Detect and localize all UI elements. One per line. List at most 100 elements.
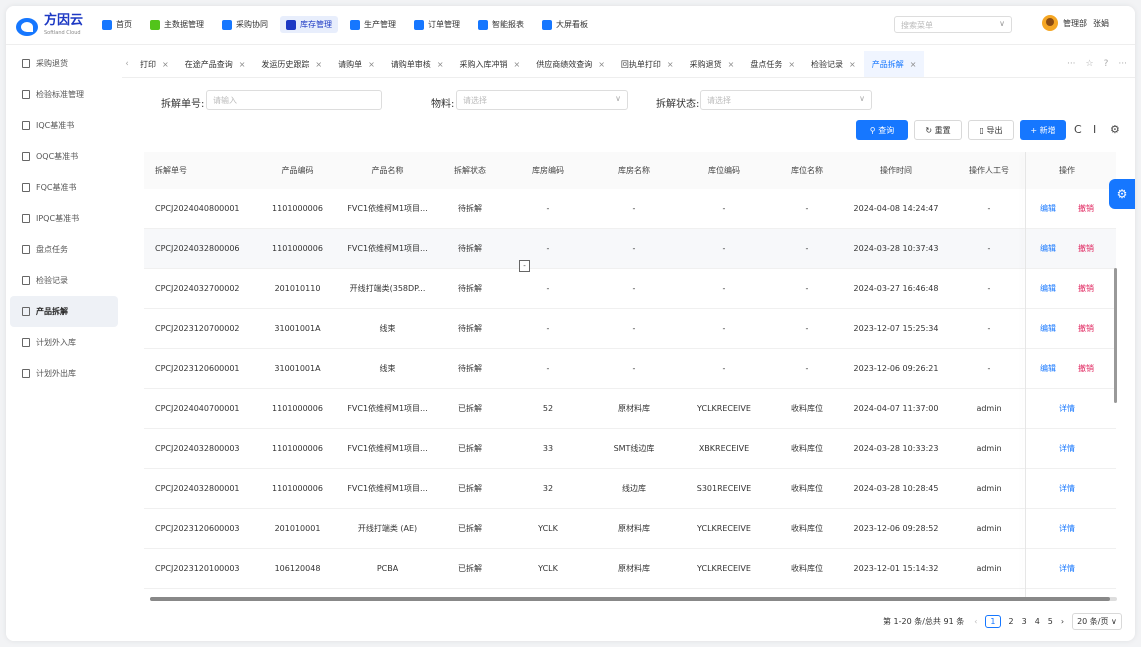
next-page-icon[interactable]: › bbox=[1061, 617, 1064, 626]
table-row[interactable]: CPCJ2024032800001 1101000006 FVC1依维柯M1项目..… bbox=[144, 469, 1116, 509]
detail-button[interactable]: 详情 bbox=[1059, 403, 1075, 414]
nav-item-5[interactable]: 订单管理 bbox=[408, 16, 466, 33]
nav-item-4[interactable]: 生产管理 bbox=[344, 16, 402, 33]
page-4[interactable]: 4 bbox=[1035, 617, 1040, 626]
settings-icon[interactable]: ⚙ bbox=[1110, 123, 1120, 136]
edit-button[interactable]: 编辑 bbox=[1040, 323, 1056, 334]
close-icon[interactable]: × bbox=[788, 60, 795, 69]
material-select[interactable]: 请选择 ∨ bbox=[456, 90, 628, 110]
cell-name: 线束 bbox=[379, 364, 396, 373]
undo-button[interactable]: 撤销 bbox=[1078, 323, 1094, 334]
edit-button[interactable]: 编辑 bbox=[1040, 243, 1056, 254]
floating-settings-icon[interactable]: ⚙ bbox=[1109, 179, 1135, 209]
table-row[interactable]: CPCJ2023120600003 201010001 开线打端类 (AE) 已拆解 Y… bbox=[144, 509, 1116, 549]
undo-button[interactable]: 撤销 bbox=[1078, 203, 1094, 214]
close-icon[interactable]: × bbox=[667, 60, 674, 69]
edit-button[interactable]: 编辑 bbox=[1040, 363, 1056, 374]
close-icon[interactable]: × bbox=[849, 60, 856, 69]
more-icon[interactable]: ··· bbox=[1118, 59, 1127, 69]
brand-logo[interactable]: 方因云 Softland Cloud bbox=[16, 14, 83, 39]
undo-button[interactable]: 撤销 bbox=[1078, 363, 1094, 374]
sidebar-item-2[interactable]: IQC基准书 bbox=[10, 110, 118, 141]
tab-5[interactable]: 采购入库冲销 × bbox=[452, 51, 529, 77]
help-icon[interactable]: ? bbox=[1104, 59, 1109, 69]
tab-0[interactable]: 打印 × bbox=[132, 51, 177, 77]
close-icon[interactable]: × bbox=[598, 60, 605, 69]
sidebar-item-5[interactable]: IPQC基准书 bbox=[10, 203, 118, 234]
star-icon[interactable]: ☆ bbox=[1086, 59, 1094, 69]
avatar[interactable] bbox=[1042, 15, 1058, 31]
sidebar-item-0[interactable]: 采购退货 bbox=[10, 48, 118, 79]
page-5[interactable]: 5 bbox=[1048, 617, 1053, 626]
refresh-icon[interactable]: C bbox=[1074, 123, 1082, 136]
sidebar-item-6[interactable]: 盘点任务 bbox=[10, 234, 118, 265]
close-icon[interactable]: × bbox=[162, 60, 169, 69]
table-row[interactable]: CPCJ2024032800003 1101000006 FVC1依维柯M1项目..… bbox=[144, 429, 1116, 469]
query-button[interactable]: ⚲ 查询 bbox=[856, 120, 908, 140]
detail-button[interactable]: 详情 bbox=[1059, 563, 1075, 574]
more-icon[interactable]: ··· bbox=[1067, 59, 1076, 69]
status-select[interactable]: 请选择 ∨ bbox=[700, 90, 872, 110]
table-row[interactable]: CPCJ2024032700002 201010110 开线打端类(358DP...… bbox=[144, 269, 1116, 309]
page-2[interactable]: 2 bbox=[1009, 617, 1014, 626]
tab-9[interactable]: 盘点任务 × bbox=[742, 51, 803, 77]
tab-3[interactable]: 请购单 × bbox=[330, 51, 383, 77]
prev-page-icon[interactable]: ‹ bbox=[974, 617, 977, 626]
page-3[interactable]: 3 bbox=[1022, 617, 1027, 626]
user-info[interactable]: 管理部 张娟 bbox=[1042, 15, 1115, 31]
tab-4[interactable]: 请购单审核 × bbox=[383, 51, 452, 77]
horizontal-scroll-thumb[interactable] bbox=[150, 597, 1110, 601]
close-icon[interactable]: × bbox=[437, 60, 444, 69]
page-size-select[interactable]: 20 条/页 ∨ bbox=[1072, 613, 1122, 630]
tab-11[interactable]: 产品拆解 × bbox=[863, 51, 925, 77]
menu-search-input[interactable]: 搜索菜单 ∨ bbox=[894, 16, 1012, 33]
close-icon[interactable]: × bbox=[514, 60, 521, 69]
page-1[interactable]: 1 bbox=[985, 615, 1001, 628]
sidebar-item-10[interactable]: 计划外出库 bbox=[10, 358, 118, 389]
tab-8[interactable]: 采购退货 × bbox=[682, 51, 743, 77]
table-row[interactable]: CPCJ2023120600001 31001001A 线束 待拆解 - - - - 2023-… bbox=[144, 349, 1116, 389]
table-row[interactable]: CPCJ2023120100003 106120048 PCBA 已拆解 YCLK 原材料… bbox=[144, 549, 1116, 589]
sidebar-item-3[interactable]: OQC基准书 bbox=[10, 141, 118, 172]
nav-item-2[interactable]: 采购协同 bbox=[216, 16, 274, 33]
nav-item-6[interactable]: 智能报表 bbox=[472, 16, 530, 33]
close-icon[interactable]: × bbox=[728, 60, 735, 69]
detail-button[interactable]: 详情 bbox=[1059, 483, 1075, 494]
tab-7[interactable]: 回执单打印 × bbox=[613, 51, 682, 77]
table-row[interactable]: CPCJ2024040700001 1101000006 FVC1依维柯M1项目..… bbox=[144, 389, 1116, 429]
vertical-scrollbar[interactable] bbox=[1114, 268, 1117, 403]
close-icon[interactable]: × bbox=[239, 60, 246, 69]
undo-button[interactable]: 撤销 bbox=[1078, 243, 1094, 254]
sidebar-item-4[interactable]: FQC基准书 bbox=[10, 172, 118, 203]
order-no-input[interactable]: 请输入 bbox=[206, 90, 382, 110]
table-row[interactable]: CPCJ2024032800006 1101000006 FVC1依维柯M1项目..… bbox=[144, 229, 1116, 269]
close-icon[interactable]: × bbox=[910, 60, 917, 69]
add-button[interactable]: + 新增 bbox=[1020, 120, 1066, 140]
sidebar-item-9[interactable]: 计划外入库 bbox=[10, 327, 118, 358]
edit-button[interactable]: 编辑 bbox=[1040, 203, 1056, 214]
table-row[interactable]: CPCJ2023120700002 31001001A 线束 待拆解 - - - - 2023-… bbox=[144, 309, 1116, 349]
close-icon[interactable]: × bbox=[368, 60, 375, 69]
close-icon[interactable]: × bbox=[315, 60, 322, 69]
tab-10[interactable]: 检验记录 × bbox=[803, 51, 864, 77]
reset-button[interactable]: ↻ 重置 bbox=[914, 120, 962, 140]
export-button[interactable]: ▯ 导出 bbox=[968, 120, 1014, 140]
detail-button[interactable]: 详情 bbox=[1059, 523, 1075, 534]
nav-item-7[interactable]: 大屏看板 bbox=[536, 16, 594, 33]
undo-button[interactable]: 撤销 bbox=[1078, 283, 1094, 294]
nav-item-1[interactable]: 主数据管理 bbox=[144, 16, 210, 33]
edit-button[interactable]: 编辑 bbox=[1040, 283, 1056, 294]
sidebar-item-7[interactable]: 检验记录 bbox=[10, 265, 118, 296]
nav-item-3[interactable]: 库存管理 bbox=[280, 16, 338, 33]
tab-6[interactable]: 供应商绩效查询 × bbox=[528, 51, 613, 77]
sidebar-item-8[interactable]: 产品拆解 bbox=[10, 296, 118, 327]
sidebar-item-1[interactable]: 检验标准管理 bbox=[10, 79, 118, 110]
tab-scroll-left-icon[interactable]: ‹ bbox=[122, 59, 132, 69]
nav-item-0[interactable]: 首页 bbox=[96, 16, 138, 33]
table-row[interactable]: CPCJ2024040800001 1101000006 FVC1依维柯M1项目..… bbox=[144, 189, 1116, 229]
horizontal-scrollbar[interactable] bbox=[150, 597, 1117, 601]
tab-2[interactable]: 发运历史跟踪 × bbox=[253, 51, 330, 77]
tab-1[interactable]: 在途产品查询 × bbox=[177, 51, 254, 77]
detail-button[interactable]: 详情 bbox=[1059, 443, 1075, 454]
column-height-icon[interactable]: I bbox=[1093, 123, 1096, 136]
